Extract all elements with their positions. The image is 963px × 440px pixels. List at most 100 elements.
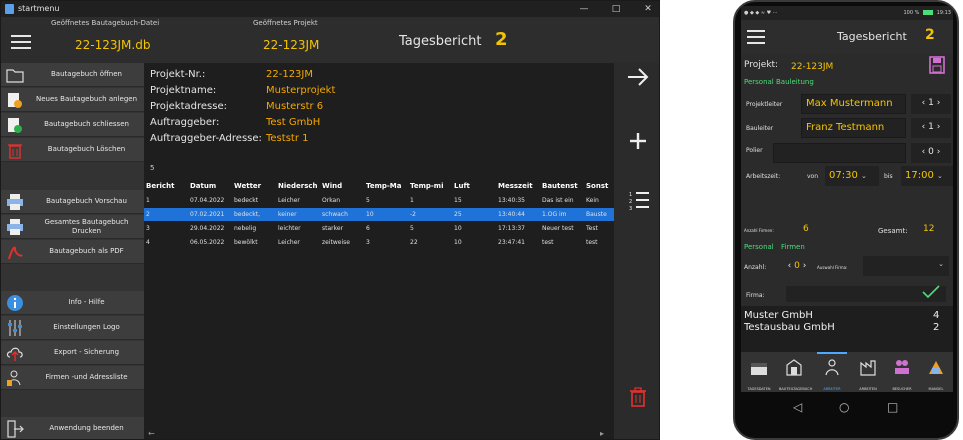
table-cell: 3 [366, 239, 370, 246]
firm-name[interactable]: Muster GmbH [744, 310, 813, 321]
table-cell: zeitweise [322, 239, 350, 246]
nav-arbeiter[interactable]: ARBEITER [817, 352, 847, 392]
table-cell: Das ist ein [542, 197, 574, 204]
sidebar-item-exit[interactable]: Anwendung beenden [1, 417, 144, 439]
nav-arbeiten[interactable]: ARBEITEN [853, 354, 883, 392]
bauleiter-stepper[interactable]: ‹ 1 › [911, 118, 951, 138]
building-icon [786, 359, 802, 376]
table-row-selected[interactable]: 2 07.02.2021 bedeckt, keiner schwach 10 … [144, 208, 614, 221]
table-cell: bedeckt [234, 197, 259, 204]
projektleiter-stepper[interactable]: ‹ 1 › [911, 94, 951, 114]
svg-text:1: 1 [629, 192, 632, 198]
checkmark-icon[interactable] [921, 284, 941, 300]
close-document-icon [8, 118, 22, 133]
table-cell: 5 [366, 197, 370, 204]
table-row[interactable]: 1 07.04.2022 bedeckt Leicher Orkan 5 1 1… [144, 194, 614, 207]
home-icon[interactable]: ○ [839, 400, 849, 414]
sidebar-item-info[interactable]: Info - Hilfe [1, 291, 144, 315]
firma-select[interactable]: ⌄ [863, 256, 949, 276]
column-header[interactable]: Bericht [146, 180, 188, 193]
back-icon[interactable]: ◁ [793, 400, 802, 414]
client-value: Test GmbH [266, 117, 321, 128]
sidebar-item-new[interactable]: Neues Bautagebuch anlegen [1, 88, 144, 112]
column-header[interactable]: Datum [190, 180, 232, 193]
battery-level: 100 % [903, 10, 920, 16]
polier-field[interactable] [773, 143, 906, 163]
maximize-icon[interactable]: □ [603, 1, 629, 17]
horizontal-scrollbar[interactable]: ← ▸ [144, 429, 614, 439]
table-row[interactable]: 3 29.04.2022 nebelig leichter starker 6 … [144, 222, 614, 235]
active-tab-indicator [817, 352, 847, 354]
column-header[interactable]: Wetter [234, 180, 276, 193]
sidebar-item-settings[interactable]: Einstellungen Logo [1, 316, 144, 340]
info-icon [7, 295, 23, 311]
nav-besucher[interactable]: BESUCHER [887, 354, 917, 392]
column-header[interactable]: Temp-mi [410, 180, 454, 193]
table-cell: 1 [410, 197, 414, 204]
hamburger-menu-icon[interactable] [11, 35, 31, 50]
table-cell: 6 [366, 225, 370, 232]
sidebar-item-preview[interactable]: Bautagebuch Vorschau [1, 190, 144, 214]
arrow-right-icon[interactable] [626, 67, 650, 87]
scroll-left-icon[interactable]: ← [148, 429, 155, 438]
delete-icon[interactable] [630, 387, 646, 407]
nav-mangel[interactable]: MANGEL [921, 354, 951, 392]
chevron-down-icon: ⌄ [938, 260, 944, 268]
table-row[interactable]: 4 06.05.2022 bewölkt Leicher zeitweise 3… [144, 236, 614, 249]
table-cell: Kein [586, 197, 599, 204]
table-cell: nebelig [234, 225, 257, 232]
sidebar-item-pdf[interactable]: Bautagebuch als PDF [1, 240, 144, 264]
column-header[interactable]: Wind [322, 180, 366, 193]
sidebar-item-export[interactable]: Export - Sicherung [1, 341, 144, 365]
table-cell: 29.04.2022 [190, 225, 225, 232]
auswahl-firma-label: Auswahl Firma: [817, 265, 848, 270]
bis-time-select[interactable]: 17:00 ⌄ [901, 166, 953, 186]
recents-icon[interactable]: □ [887, 400, 898, 414]
sidebar-item-open[interactable]: Bautagebuch öffnen [1, 63, 144, 87]
anzahl-stepper[interactable]: ‹ 0 › [775, 257, 819, 277]
report-count: 5 [150, 164, 155, 172]
bauleiter-field[interactable]: Franz Testmann [801, 118, 906, 138]
bis-label: bis [884, 173, 893, 180]
project-address-label: Projektadresse: [150, 101, 227, 112]
column-header[interactable]: Niedersch [278, 180, 322, 193]
minimize-icon[interactable]: — [571, 1, 597, 17]
phone-menu-icon[interactable] [747, 30, 765, 45]
save-icon[interactable] [929, 56, 945, 74]
table-cell: 13:40:35 [498, 197, 525, 204]
chevron-down-icon: ⌄ [937, 172, 943, 180]
sidebar-item-close[interactable]: Bautagebuch schliessen [1, 113, 144, 137]
column-header[interactable]: Temp-Ma [366, 180, 410, 193]
project-number-label: Projekt-Nr.: [150, 69, 206, 80]
chevron-down-icon: ⌄ [861, 172, 867, 180]
client-address-label: Auftraggeber-Adresse: [150, 133, 262, 144]
firm-name[interactable]: Testausbau GmbH [744, 322, 835, 333]
sidebar-item-address-list[interactable]: Firmen -und Adressliste [1, 366, 144, 390]
cloud-upload-icon [6, 347, 23, 361]
table-cell: 17:13:37 [498, 225, 525, 232]
column-header[interactable]: Bautenst [542, 180, 586, 193]
sidebar-item-print-all[interactable]: Gesamtes Bautagebuch Drucken [1, 215, 144, 239]
pdf-icon [8, 246, 23, 260]
column-header[interactable]: Sonst [586, 180, 614, 193]
polier-stepper[interactable]: ‹ 0 › [911, 143, 951, 163]
add-icon[interactable] [628, 131, 648, 151]
scroll-right-icon[interactable]: ▸ [600, 429, 604, 438]
projektleiter-field[interactable]: Max Mustermann [801, 94, 906, 114]
client-label: Auftraggeber: [150, 117, 220, 128]
column-header[interactable]: Messzeit [498, 180, 542, 193]
von-time-select[interactable]: 07:30 ⌄ [825, 166, 879, 186]
status-bar: ● ◆ ◆ ≈ ♥ ··· 100 % 19:13 [741, 6, 953, 20]
table-cell: bedeckt, [234, 211, 261, 218]
sidebar-item-delete[interactable]: Bautagebuch Löschen [1, 138, 144, 162]
table-cell: 06.05.2022 [190, 239, 225, 246]
column-header[interactable]: Luft [454, 180, 498, 193]
phone-mockup: ● ◆ ◆ ≈ ♥ ··· 100 % 19:13 Tagesbericht 2… [733, 0, 959, 440]
numbered-list-icon[interactable]: 123 [628, 189, 650, 211]
bauleiter-count: 1 [928, 122, 934, 132]
nav-tagesdaten[interactable]: TAGESDATEN [744, 354, 774, 392]
close-icon[interactable]: ✕ [635, 1, 659, 17]
nav-bauteiltagebuch[interactable]: BAUTEILTAGEBUCH [779, 354, 812, 392]
firm-list: Muster GmbH 4 Testausbau GmbH 2 [741, 306, 953, 352]
anzahl-firmen-label: Anzahl Firmen: [744, 228, 774, 233]
